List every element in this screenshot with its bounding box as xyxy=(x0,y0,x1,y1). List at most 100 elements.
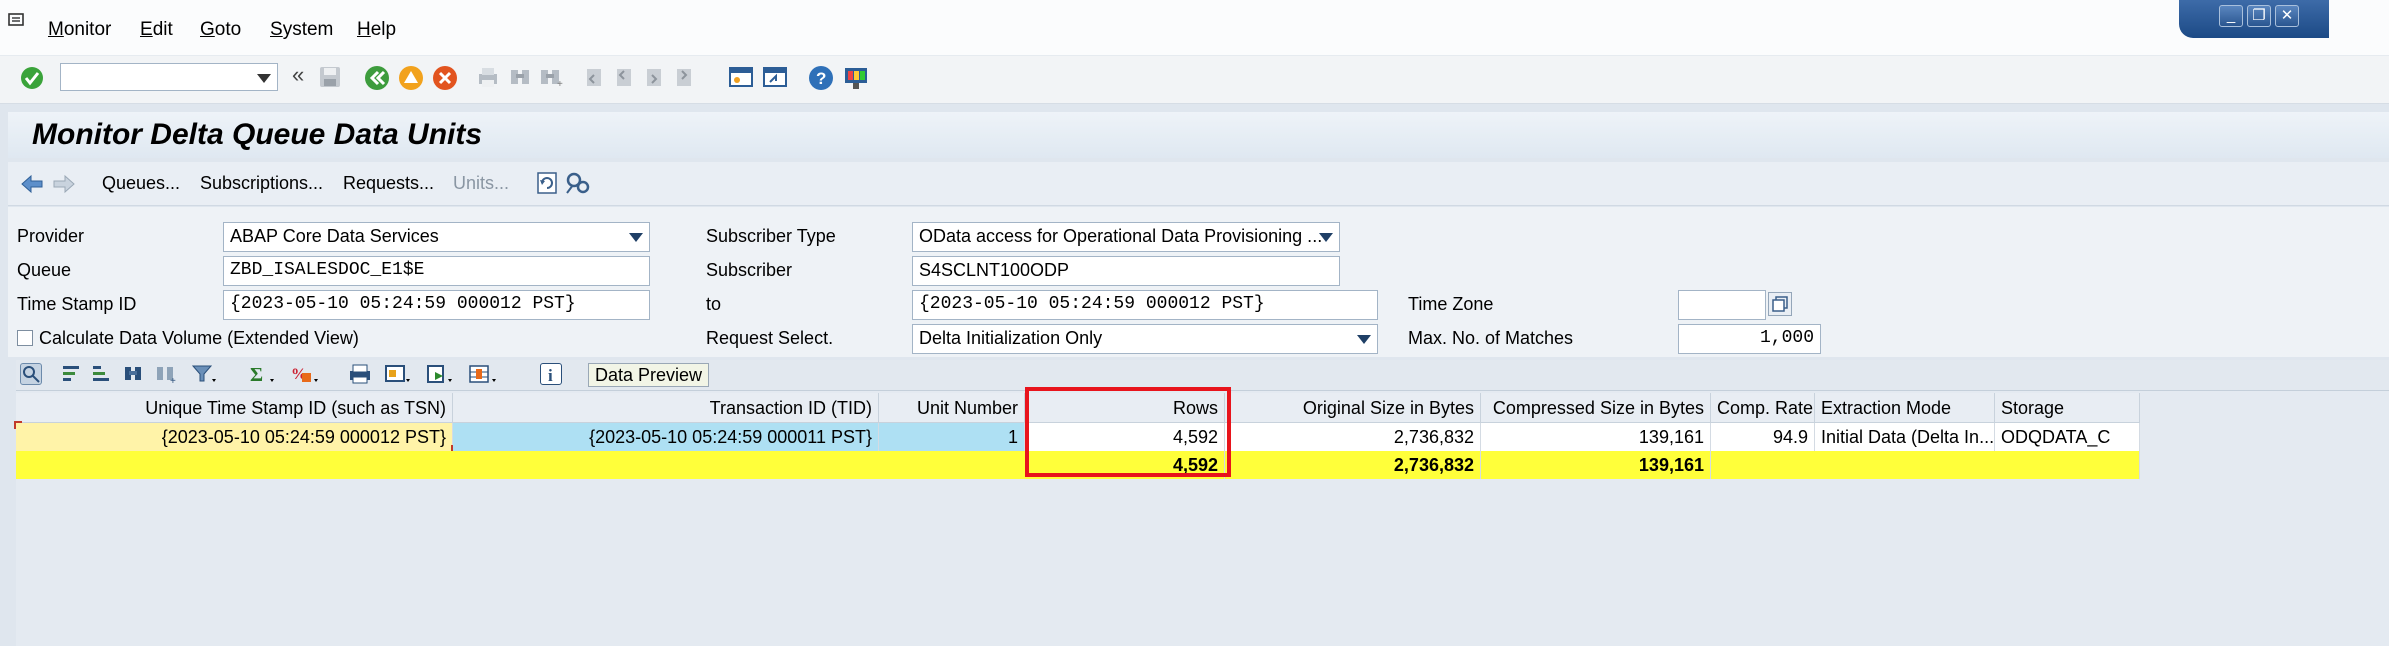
find-icon[interactable] xyxy=(122,363,144,385)
navigate-back-icon[interactable] xyxy=(20,174,44,199)
units-button: Units... xyxy=(453,173,510,193)
timezone-label: Time Zone xyxy=(1408,294,1494,314)
close-window-button[interactable]: ✕ xyxy=(2275,5,2299,27)
queues-button[interactable]: Queues... xyxy=(102,173,180,194)
cell-storage[interactable]: ODQDATA_C xyxy=(1995,423,2140,451)
layout-icon[interactable] xyxy=(468,363,496,385)
new-session-icon[interactable] xyxy=(728,65,754,94)
subscriber-value: S4SCLNT100ODP xyxy=(919,260,1070,280)
request-select-value: Delta Initialization Only xyxy=(919,328,1103,348)
column-header-tsn[interactable]: Unique Time Stamp ID (such as TSN) xyxy=(16,393,453,423)
menu-goto[interactable]: Goto xyxy=(200,19,241,41)
provider-label: Provider xyxy=(17,226,85,246)
cell-comp-rate[interactable]: 94.9 xyxy=(1711,423,1815,451)
provider-select[interactable]: ABAP Core Data Services xyxy=(223,222,650,252)
request-select-dropdown[interactable]: Delta Initialization Only xyxy=(912,324,1378,354)
menu-monitor[interactable]: Monitor xyxy=(48,19,111,41)
cell-extraction-mode[interactable]: Initial Data (Delta In... xyxy=(1815,423,1995,451)
chevron-down-icon[interactable] xyxy=(1357,335,1371,344)
column-header-comp-rate[interactable]: Comp. Rate xyxy=(1711,393,1815,423)
cell-compressed-size[interactable]: 139,161 xyxy=(1481,423,1711,451)
svg-text:?: ? xyxy=(816,69,826,88)
maximize-button[interactable]: ❐ xyxy=(2247,5,2271,27)
page-title: Monitor Delta Queue Data Units xyxy=(32,118,483,151)
calc-volume-label: Calculate Data Volume (Extended View) xyxy=(39,328,359,348)
timezone-field[interactable] xyxy=(1678,290,1766,320)
timestamp-from-field[interactable]: {2023-05-10 05:24:59 000012 PST} xyxy=(223,290,650,320)
chevron-down-icon[interactable] xyxy=(629,233,643,242)
subscriptions-button[interactable]: Subscriptions... xyxy=(200,173,323,194)
subscriber-label: Subscriber xyxy=(706,260,793,280)
command-field[interactable] xyxy=(60,63,278,91)
details-icon[interactable] xyxy=(20,363,42,385)
subtotal-icon[interactable]: % xyxy=(290,363,318,385)
print-preview-icon[interactable] xyxy=(348,363,370,385)
timestamp-label: Time Stamp ID xyxy=(17,294,137,314)
find-next-icon[interactable]: + xyxy=(538,66,564,93)
cell-original-size[interactable]: 2,736,832 xyxy=(1225,423,1481,451)
menu-system[interactable]: System xyxy=(270,19,333,41)
navigate-forward-icon[interactable] xyxy=(52,174,76,199)
subscriber-field[interactable]: S4SCLNT100ODP xyxy=(912,256,1340,286)
print-icon[interactable] xyxy=(476,66,500,93)
next-page-icon[interactable] xyxy=(642,66,666,93)
column-header-unit-number[interactable]: Unit Number xyxy=(879,393,1025,423)
column-header-extraction-mode[interactable]: Extraction Mode xyxy=(1815,393,1995,423)
calc-volume-checkbox[interactable] xyxy=(17,330,33,346)
queue-field[interactable]: ZBD_ISALESDOC_E1$E xyxy=(223,256,650,286)
first-page-icon[interactable] xyxy=(582,66,606,93)
sort-ascending-icon[interactable] xyxy=(60,363,82,385)
data-preview-button[interactable]: Data Preview xyxy=(588,363,710,387)
cell-tsn[interactable]: {2023-05-10 05:24:59 000012 PST} xyxy=(16,423,453,451)
views-icon[interactable] xyxy=(384,363,410,385)
shortcut-icon[interactable] xyxy=(762,65,788,94)
sum-icon[interactable]: Σ xyxy=(248,363,274,386)
save-icon[interactable] xyxy=(318,65,342,94)
queue-value: ZBD_ISALESDOC_E1$E xyxy=(230,260,425,280)
exit-icon[interactable] xyxy=(398,65,424,96)
cancel-icon[interactable] xyxy=(432,65,458,96)
customize-layout-icon[interactable] xyxy=(842,65,870,96)
cell-tid[interactable]: {2023-05-10 05:24:59 000011 PST} xyxy=(453,423,879,451)
menu-edit[interactable]: Edit xyxy=(140,19,173,41)
value-help-icon[interactable] xyxy=(1768,292,1792,316)
column-header-original-size[interactable]: Original Size in Bytes xyxy=(1225,393,1481,423)
rows-highlight-box xyxy=(1025,387,1231,477)
information-icon[interactable]: i xyxy=(540,363,562,385)
chevron-down-icon[interactable] xyxy=(1319,233,1333,242)
column-header-compressed-size[interactable]: Compressed Size in Bytes xyxy=(1481,393,1711,423)
svg-text:+: + xyxy=(557,79,563,88)
refresh-icon[interactable] xyxy=(534,171,560,200)
last-page-icon[interactable] xyxy=(672,66,696,93)
previous-page-icon[interactable] xyxy=(612,66,636,93)
timestamp-to-value: {2023-05-10 05:24:59 000012 PST} xyxy=(919,294,1265,314)
request-select-label: Request Select. xyxy=(706,328,834,348)
standard-toolbar xyxy=(0,56,2389,104)
timestamp-to-field[interactable]: {2023-05-10 05:24:59 000012 PST} xyxy=(912,290,1378,320)
selection-marker xyxy=(14,421,22,429)
system-menu-icon[interactable] xyxy=(8,12,28,30)
filter-icon[interactable] xyxy=(190,363,216,385)
help-icon[interactable]: ? xyxy=(808,65,834,96)
settings-icon[interactable] xyxy=(564,171,592,200)
sort-descending-icon[interactable] xyxy=(90,363,112,385)
find-next-icon[interactable]: + xyxy=(154,363,176,387)
svg-text:+: + xyxy=(170,376,176,385)
total-original-size[interactable]: 2,736,832 xyxy=(1225,451,1481,479)
total-compressed-size[interactable]: 139,161 xyxy=(1481,451,1711,479)
find-icon[interactable] xyxy=(508,66,532,93)
menu-help[interactable]: Help xyxy=(357,19,396,41)
cell-unit-number[interactable]: 1 xyxy=(879,423,1025,451)
max-matches-field[interactable]: 1,000 xyxy=(1678,324,1821,354)
minimize-button[interactable]: _ xyxy=(2219,5,2243,27)
column-header-storage[interactable]: Storage xyxy=(1995,393,2140,423)
export-icon[interactable] xyxy=(426,363,452,385)
requests-button[interactable]: Requests... xyxy=(343,173,434,194)
back-icon[interactable] xyxy=(364,65,390,96)
enter-icon[interactable] xyxy=(20,66,44,95)
column-header-tid[interactable]: Transaction ID (TID) xyxy=(453,393,879,423)
collapse-command-button[interactable]: « xyxy=(292,62,304,88)
subscriber-type-select[interactable]: OData access for Operational Data Provis… xyxy=(912,222,1340,252)
max-matches-label: Max. No. of Matches xyxy=(1408,328,1574,348)
chevron-down-icon[interactable] xyxy=(257,74,271,83)
